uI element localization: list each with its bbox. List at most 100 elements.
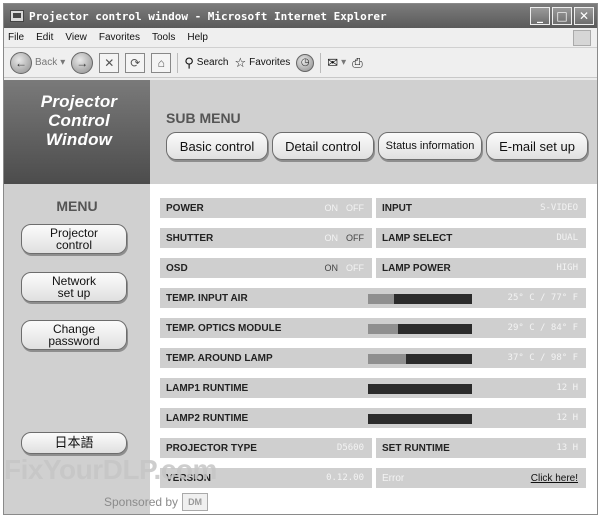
temp-input-air-bar — [368, 294, 472, 304]
status-row-temp-lamp: TEMP. AROUND LAMP 37° C / 98° F — [160, 348, 586, 368]
forward-button[interactable]: → — [71, 51, 94, 74]
toolbar: ← Back ▾ → ✕ ⟳ ⌂ ⚲ Search ☆ Favorites ◷ … — [4, 48, 597, 78]
submenu-heading: SUB MENU — [166, 110, 241, 126]
osd-label: OSD — [166, 262, 188, 274]
lamp1-runtime-bar — [368, 384, 472, 394]
status-row-power: POWER ON OFF — [160, 198, 372, 218]
status-grid: POWER ON OFF INPUT S-VIDEO SHUTTER ON OF… — [150, 184, 597, 514]
status-row-temp-optics: TEMP. OPTICS MODULE 29° C / 84° F — [160, 318, 586, 338]
status-row-shutter: SHUTTER ON OFF — [160, 228, 372, 248]
temp-lamp-value: 37° C / 98° F — [507, 353, 578, 363]
lamp1-runtime-value: 12 H — [556, 383, 578, 393]
temp-lamp-label: TEMP. AROUND LAMP — [166, 352, 273, 364]
favorites-label: Favorites — [249, 57, 291, 68]
app-title-line: Projector — [40, 92, 118, 111]
menu-favorites[interactable]: Favorites — [99, 32, 140, 43]
home-icon[interactable]: ⌂ — [151, 52, 172, 73]
lamp2-runtime-label: LAMP2 RUNTIME — [166, 412, 249, 424]
lamp-select-value: DUAL — [556, 233, 578, 243]
star-icon: ☆ — [234, 54, 247, 70]
menu-view[interactable]: View — [65, 32, 87, 43]
set-runtime-label: SET RUNTIME — [382, 442, 450, 454]
submenu-panel: SUB MENU Basic control Detail control St… — [150, 80, 597, 184]
menu-file[interactable]: File — [8, 32, 24, 43]
projector-type-label: PROJECTOR TYPE — [166, 442, 257, 454]
submenu-buttons: Basic control Detail control Status info… — [166, 132, 588, 160]
shutter-on-value: ON — [324, 233, 339, 243]
temp-optics-value: 29° C / 84° F — [507, 323, 578, 333]
shutter-label: SHUTTER — [166, 232, 214, 244]
change-password-button[interactable]: Change password — [21, 320, 127, 350]
status-row-input: INPUT S-VIDEO — [376, 198, 586, 218]
maximize-button[interactable]: □ — [552, 7, 572, 25]
email-setup-button[interactable]: E-mail set up — [486, 132, 588, 160]
back-label: Back — [35, 57, 58, 68]
back-arrow-icon: ← — [10, 51, 32, 74]
menu-help[interactable]: Help — [187, 32, 208, 43]
lamp2-runtime-bar — [368, 414, 472, 424]
app-title: Projector Control Window — [10, 92, 148, 149]
ie-window-icon — [10, 10, 24, 22]
back-button[interactable]: ← Back ▾ — [10, 51, 66, 74]
error-details-link[interactable]: Click here! — [531, 473, 578, 484]
temp-optics-bar — [368, 324, 472, 334]
basic-control-button[interactable]: Basic control — [166, 132, 268, 160]
search-icon: ⚲ — [184, 54, 194, 70]
projector-type-value: D5600 — [336, 443, 364, 453]
search-button[interactable]: ⚲ Search — [184, 55, 228, 71]
shutter-off-value: OFF — [346, 233, 364, 243]
app-title-line: Control — [48, 111, 110, 130]
lamp2-runtime-value: 12 H — [556, 413, 578, 423]
search-label: Search — [196, 57, 229, 68]
status-row-temp-input-air: TEMP. INPUT AIR 25° C / 77° F — [160, 288, 586, 308]
japanese-language-button[interactable]: 日本語 — [21, 432, 127, 454]
stop-icon[interactable]: ✕ — [99, 52, 120, 73]
osd-off-value: OFF — [346, 263, 364, 273]
window-title: Projector control window - Microsoft Int… — [29, 9, 387, 23]
power-on-value: ON — [324, 203, 339, 213]
menu-bar: File Edit View Favorites Tools Help — [4, 28, 597, 48]
button-label-line: control — [55, 238, 93, 252]
page-content: Projector Control Window SUB MENU Basic … — [4, 80, 597, 514]
temp-lamp-bar — [368, 354, 472, 364]
chevron-down-icon: ▾ — [60, 57, 66, 68]
history-icon[interactable]: ◷ — [296, 53, 315, 72]
status-row-lamp-select: LAMP SELECT DUAL — [376, 228, 586, 248]
version-value: 0.12.00 — [326, 473, 364, 483]
osd-on-value: ON — [324, 263, 339, 273]
windows-flag-icon — [573, 29, 591, 46]
app-title-line: Window — [45, 130, 113, 149]
detail-control-button[interactable]: Detail control — [272, 132, 374, 160]
status-row-osd: OSD ON OFF — [160, 258, 372, 278]
status-information-button[interactable]: Status information — [378, 132, 482, 160]
projector-control-button[interactable]: Projector control — [21, 224, 127, 254]
sponsor-logo: DM — [182, 493, 209, 511]
mail-button[interactable]: ✉ ▾ — [327, 55, 346, 71]
chevron-down-icon: ▾ — [341, 57, 347, 68]
lamp-power-value: HIGH — [556, 263, 578, 273]
network-setup-button[interactable]: Network set up — [21, 272, 127, 302]
input-value: S-VIDEO — [540, 203, 578, 213]
temp-input-air-label: TEMP. INPUT AIR — [166, 292, 248, 304]
temp-input-air-bar-fill — [368, 294, 394, 304]
menu-tools[interactable]: Tools — [152, 32, 175, 43]
status-row-lamp1-runtime: LAMP1 RUNTIME 12 H — [160, 378, 586, 398]
status-row-set-runtime: SET RUNTIME 13 H — [376, 438, 586, 458]
close-button[interactable]: ✕ — [574, 7, 594, 25]
lamp-power-label: LAMP POWER — [382, 262, 451, 274]
minimize-button[interactable]: _ — [530, 7, 550, 25]
menu-edit[interactable]: Edit — [36, 32, 53, 43]
temp-input-air-value: 25° C / 77° F — [507, 293, 578, 303]
print-icon[interactable]: ⎙ — [352, 55, 362, 71]
watermark-text: FixYourDLP.com — [4, 454, 217, 485]
button-label-line: set up — [57, 286, 91, 300]
sponsor-line: Sponsored by DM — [104, 493, 209, 511]
favorites-button[interactable]: ☆ Favorites — [234, 55, 290, 71]
refresh-icon[interactable]: ⟳ — [125, 52, 146, 73]
temp-optics-bar-fill — [368, 324, 398, 334]
input-label: INPUT — [382, 202, 412, 214]
menu-heading: MENU — [56, 198, 98, 214]
browser-window: Projector control window - Microsoft Int… — [3, 3, 598, 515]
sponsor-text: Sponsored by — [104, 495, 179, 509]
temp-optics-label: TEMP. OPTICS MODULE — [166, 322, 282, 334]
